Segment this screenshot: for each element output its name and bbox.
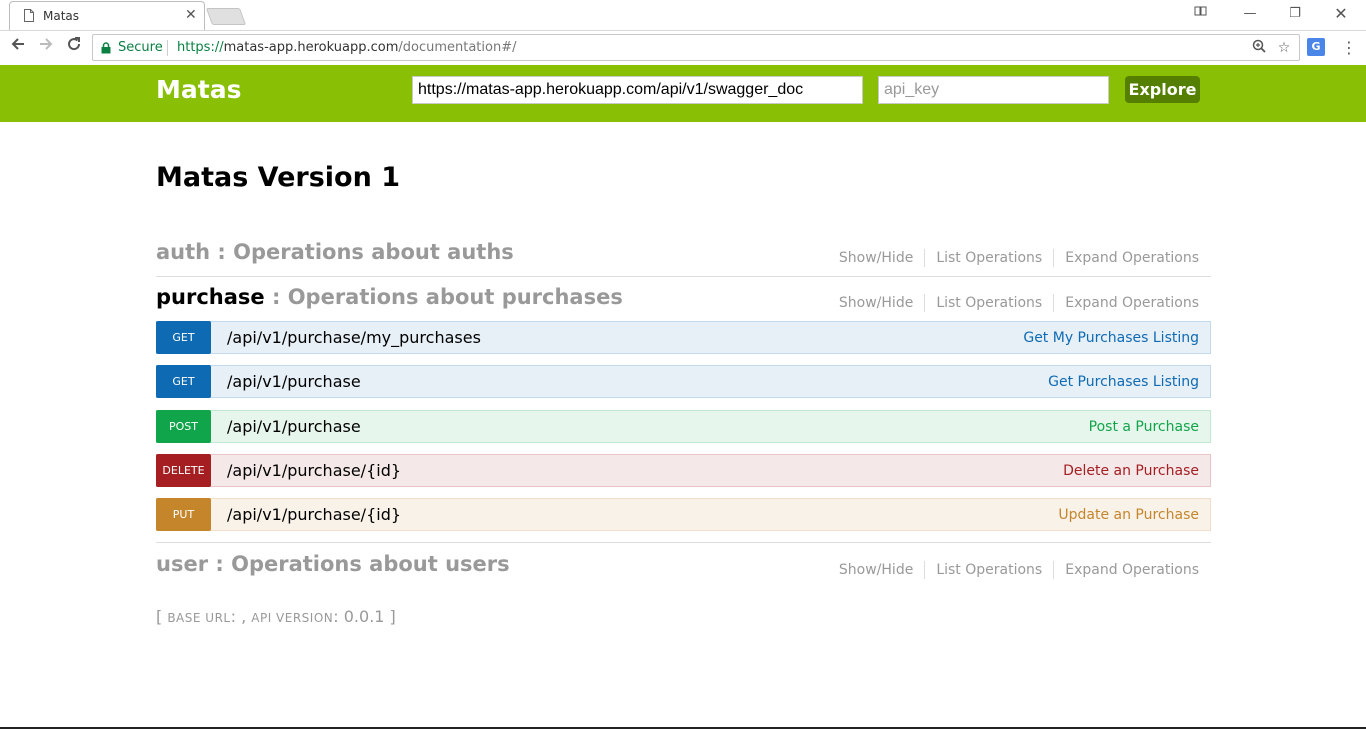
expand-operations-link[interactable]: Expand Operations <box>1054 562 1211 578</box>
operation-delete-purchase[interactable]: DELETE /api/v1/purchase/{id} Delete an P… <box>156 454 1211 487</box>
operation-summary[interactable]: Update an Purchase <box>1058 507 1199 523</box>
operation-path[interactable]: /api/v1/purchase/{id} <box>227 505 401 524</box>
resource-divider <box>156 276 1211 277</box>
page-title: Matas Version 1 <box>156 162 401 193</box>
app-logo[interactable]: Matas <box>156 75 241 104</box>
api-key-input[interactable] <box>878 76 1109 104</box>
new-tab-button[interactable] <box>205 8 247 25</box>
browser-tab[interactable]: Matas ✕ <box>9 1 205 30</box>
resource-options: Show/Hide List Operations Expand Operation… <box>828 294 1211 312</box>
operation-put-purchase[interactable]: PUT /api/v1/purchase/{id} Update an Purc… <box>156 498 1211 531</box>
resource-purchase: purchase : Operations about purchases Sh… <box>156 285 1211 315</box>
http-method-badge[interactable]: GET <box>156 365 211 398</box>
resource-separator: : <box>208 552 232 576</box>
menu-icon[interactable]: ⋮ <box>1341 38 1357 58</box>
operation-path[interactable]: /api/v1/purchase <box>227 372 361 391</box>
show-hide-link[interactable]: Show/Hide <box>828 295 924 311</box>
bookmark-star-icon[interactable]: ☆ <box>1275 39 1293 57</box>
url-text[interactable]: https://matas-app.herokuapp.com/document… <box>177 40 516 55</box>
resource-name[interactable]: user <box>156 552 208 576</box>
http-method-badge[interactable]: DELETE <box>156 454 211 487</box>
http-method-badge[interactable]: POST <box>156 410 211 443</box>
forward-icon[interactable] <box>35 36 57 58</box>
browser-toolbar: Secure https://matas-app.herokuapp.com/d… <box>0 30 1366 65</box>
resource-auth: auth : Operations about auths Show/Hide L… <box>156 240 1211 270</box>
operation-summary[interactable]: Get Purchases Listing <box>1048 374 1199 390</box>
back-icon[interactable] <box>7 36 29 58</box>
http-method-badge[interactable]: GET <box>156 321 211 354</box>
page-icon <box>24 9 34 22</box>
resource-separator: : <box>264 285 288 309</box>
operation-get-purchases[interactable]: GET /api/v1/purchase Get Purchases Listi… <box>156 365 1211 398</box>
operation-summary[interactable]: Get My Purchases Listing <box>1023 330 1199 346</box>
http-method-badge[interactable]: PUT <box>156 498 211 531</box>
resource-name[interactable]: auth <box>156 240 210 264</box>
resource-user: user : Operations about users Show/Hide L… <box>156 552 1211 582</box>
explore-button[interactable]: Explore <box>1125 76 1200 103</box>
base-url-label: base url <box>167 611 231 625</box>
show-hide-link[interactable]: Show/Hide <box>828 250 924 266</box>
resource-heading[interactable]: purchase : Operations about purchases <box>156 285 623 309</box>
operation-path[interactable]: /api/v1/purchase/my_purchases <box>227 328 481 347</box>
address-bar[interactable]: Secure https://matas-app.herokuapp.com/d… <box>92 34 1300 61</box>
footer-open-bracket: [ <box>156 607 168 626</box>
resource-heading[interactable]: auth : Operations about auths <box>156 240 514 264</box>
url-scheme: https:// <box>177 40 224 55</box>
profile-icon[interactable] <box>1189 4 1213 24</box>
show-hide-link[interactable]: Show/Hide <box>828 562 924 578</box>
close-window-icon[interactable]: ✕ <box>1329 4 1353 24</box>
spec-url-input[interactable] <box>412 76 863 104</box>
close-tab-icon[interactable]: ✕ <box>185 7 197 23</box>
operation-path[interactable]: /api/v1/purchase/{id} <box>227 461 401 480</box>
base-url-value: : , <box>230 607 252 626</box>
operation-summary[interactable]: Post a Purchase <box>1089 419 1199 435</box>
api-info-footer: [ base url: , api version: 0.0.1 ] <box>156 607 396 626</box>
list-operations-link[interactable]: List Operations <box>925 295 1053 311</box>
resource-description: Operations about auths <box>233 240 514 264</box>
url-path: /documentation#/ <box>398 40 517 55</box>
swagger-header: Matas Explore <box>0 65 1366 122</box>
footer-close-bracket: ] <box>384 607 396 626</box>
api-version-value: : 0.0.1 <box>333 607 385 626</box>
secure-label: Secure <box>118 40 163 55</box>
zoom-icon[interactable] <box>1250 39 1268 57</box>
reload-icon[interactable] <box>63 36 85 58</box>
list-operations-link[interactable]: List Operations <box>925 250 1053 266</box>
resource-options: Show/Hide List Operations Expand Operation… <box>828 561 1211 579</box>
resource-description: Operations about users <box>231 552 510 576</box>
restore-icon[interactable]: ❐ <box>1283 4 1307 24</box>
operation-post-purchase[interactable]: POST /api/v1/purchase Post a Purchase <box>156 410 1211 443</box>
operation-get-my-purchases[interactable]: GET /api/v1/purchase/my_purchases Get My… <box>156 321 1211 354</box>
resource-separator: : <box>210 240 234 264</box>
api-version-label: api version <box>251 611 334 625</box>
resource-description: Operations about purchases <box>287 285 623 309</box>
resource-name[interactable]: purchase <box>156 285 265 309</box>
url-divider <box>167 40 168 56</box>
url-host: matas-app.herokuapp.com <box>223 40 399 55</box>
translate-extension-icon[interactable]: G <box>1307 38 1325 56</box>
resource-heading[interactable]: user : Operations about users <box>156 552 510 576</box>
operation-summary[interactable]: Delete an Purchase <box>1063 463 1199 479</box>
resource-divider <box>156 542 1211 543</box>
browser-tabstrip: Matas ✕ — ❐ ✕ <box>0 0 1366 30</box>
tab-title: Matas <box>43 9 80 23</box>
lock-icon <box>101 42 111 54</box>
operation-path[interactable]: /api/v1/purchase <box>227 417 361 436</box>
expand-operations-link[interactable]: Expand Operations <box>1054 295 1211 311</box>
expand-operations-link[interactable]: Expand Operations <box>1054 250 1211 266</box>
minimize-icon[interactable]: — <box>1238 4 1262 24</box>
list-operations-link[interactable]: List Operations <box>925 562 1053 578</box>
resource-options: Show/Hide List Operations Expand Operation… <box>828 249 1211 267</box>
